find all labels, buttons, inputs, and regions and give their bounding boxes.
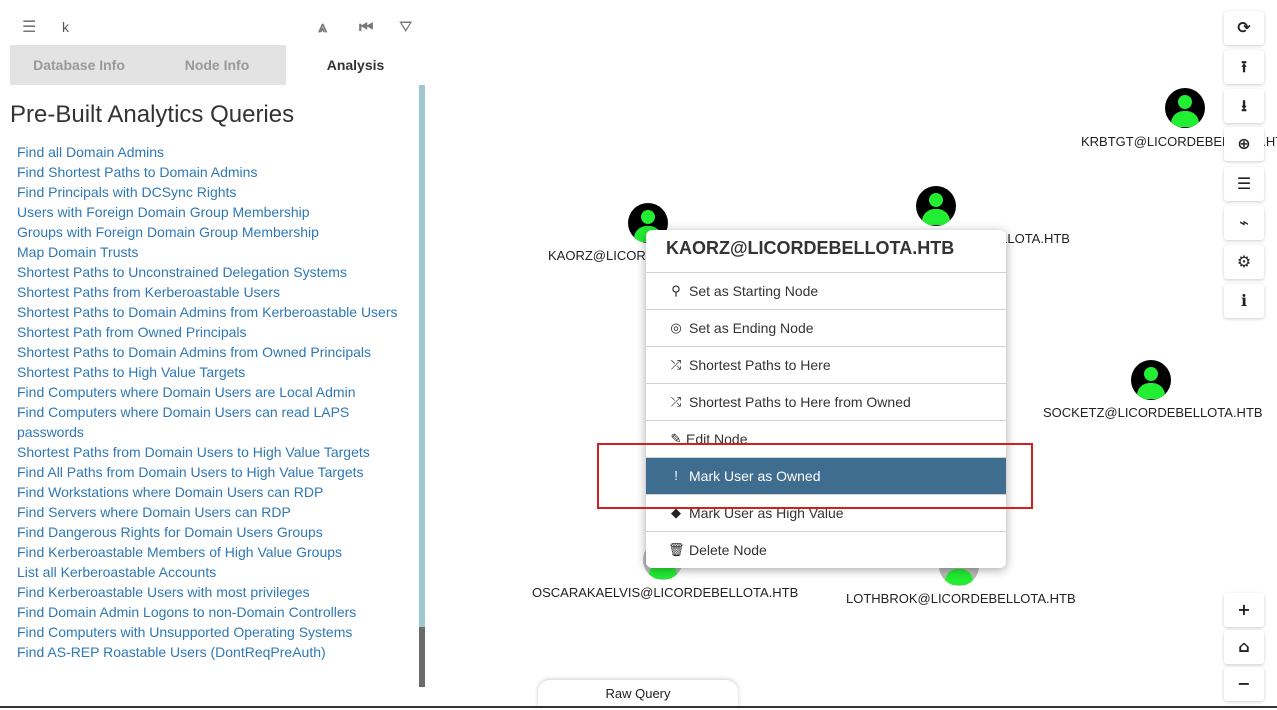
query-link[interactable]: Shortest Paths from Kerberoastable Users xyxy=(17,282,409,302)
query-link[interactable]: Find Computers where Domain Users can re… xyxy=(17,402,409,442)
menu-delete-node[interactable]: 🗑 Delete Node xyxy=(646,531,1006,568)
hamburger-icon[interactable]: ☰ xyxy=(22,18,36,36)
menu-item-label: Delete Node xyxy=(689,542,767,558)
query-link[interactable]: Find Principals with DCSync Rights xyxy=(17,182,409,202)
menu-shortest-paths-to-here[interactable]: ⤮ Shortest Paths to Here xyxy=(646,346,1006,383)
map-marker-icon: ⚲ xyxy=(671,283,681,298)
query-link[interactable]: Find Servers where Domain Users can RDP xyxy=(17,502,409,522)
user-node-icon[interactable] xyxy=(1165,88,1205,128)
query-link[interactable]: Shortest Paths to Unconstrained Delegati… xyxy=(17,262,409,282)
scrollbar-track[interactable] xyxy=(419,85,425,687)
node-label-lothbrok: LOTHBROK@LICORDEBELLOTA.HTB xyxy=(846,591,1076,606)
context-menu-title: KAORZ@LICORDEBELLOTA.HTB xyxy=(666,238,955,258)
filter-icon[interactable]: ⛛ xyxy=(399,18,412,36)
search-bar: ☰ k ⩓ ⏮ ⛛ xyxy=(10,10,425,45)
query-link[interactable]: Find Domain Admin Logons to non-Domain C… xyxy=(17,602,409,622)
query-link[interactable]: Shortest Path from Owned Principals xyxy=(17,322,409,342)
area-chart-icon[interactable]: ⌁ xyxy=(1224,206,1264,240)
tab-analysis[interactable]: Analysis xyxy=(286,45,425,85)
node-label-oscar: OSCARAKAELVIS@LICORDEBELLOTA.HTB xyxy=(532,585,799,600)
node-label-socketz: SOCKETZ@LICORDEBELLOTA.HTB xyxy=(1043,405,1263,420)
menu-item-label: Shortest Paths to Here xyxy=(689,357,831,373)
query-link[interactable]: Groups with Foreign Domain Group Members… xyxy=(17,222,409,242)
analysis-heading: Pre-Built Analytics Queries xyxy=(10,101,295,128)
query-link[interactable]: Find Kerberoastable Members of High Valu… xyxy=(17,542,409,562)
analysis-panel: Pre-Built Analytics Queries Find all Dom… xyxy=(10,85,425,687)
refresh-icon[interactable]: ⟳ xyxy=(1224,11,1264,45)
home-icon[interactable]: ⌂ xyxy=(1224,630,1264,664)
query-link[interactable]: Find all Domain Admins xyxy=(17,142,409,162)
query-link[interactable]: Find Computers with Unsupported Operatin… xyxy=(17,622,409,642)
query-link[interactable]: Find All Paths from Domain Users to High… xyxy=(17,462,409,482)
tab-database-info[interactable]: Database Info xyxy=(10,45,148,85)
upload-icon[interactable]: ⭱ xyxy=(1224,50,1264,84)
query-link[interactable]: Shortest Paths to High Value Targets xyxy=(17,362,409,382)
random-icon: ⤮ xyxy=(670,357,682,372)
info-icon[interactable]: ℹ xyxy=(1224,284,1264,318)
node-context-menu: KAORZ@LICORDEBELLOTA.HTB ⚲ Set as Starti… xyxy=(646,230,1006,568)
plus-icon[interactable]: + xyxy=(1224,593,1264,627)
query-list: Find all Domain Admins Find Shortest Path… xyxy=(17,142,409,662)
highlight-box xyxy=(597,443,1033,509)
tab-node-info[interactable]: Node Info xyxy=(148,45,286,85)
query-link[interactable]: Find Dangerous Rights for Domain Users G… xyxy=(17,522,409,542)
menu-item-label: Set as Ending Node xyxy=(689,320,814,336)
user-node-icon[interactable] xyxy=(1131,360,1171,400)
query-link[interactable]: List all Kerberoastable Accounts xyxy=(17,562,409,582)
tasks-icon[interactable]: ☰ xyxy=(1224,167,1264,201)
menu-set-ending-node[interactable]: ◎ Set as Ending Node xyxy=(646,309,1006,346)
query-link[interactable]: Map Domain Trusts xyxy=(17,242,409,262)
query-link[interactable]: Find Workstations where Domain Users can… xyxy=(17,482,409,502)
circle-upload-icon[interactable]: ⊕ xyxy=(1224,127,1264,161)
search-input[interactable]: k xyxy=(62,19,69,35)
query-link[interactable]: Find Shortest Paths to Domain Admins xyxy=(17,162,409,182)
menu-item-label: Shortest Paths to Here from Owned xyxy=(689,394,911,410)
tab-bar: Database Info Node Info Analysis xyxy=(10,45,425,85)
menu-shortest-paths-from-owned[interactable]: ⤮ Shortest Paths to Here from Owned xyxy=(646,383,1006,420)
user-node-icon[interactable] xyxy=(916,186,956,226)
scrollbar-thumb[interactable] xyxy=(419,627,425,687)
step-backward-icon[interactable]: ⏮ xyxy=(359,18,373,36)
road-icon[interactable]: ⩓ xyxy=(318,18,327,36)
random-icon: ⤮ xyxy=(670,394,682,409)
query-link[interactable]: Find Computers where Domain Users are Lo… xyxy=(17,382,409,402)
minus-icon[interactable]: − xyxy=(1224,667,1264,701)
trash-icon: 🗑 xyxy=(668,542,685,557)
query-link[interactable]: Shortest Paths to Domain Admins from Ker… xyxy=(17,302,409,322)
download-icon[interactable]: ⭳ xyxy=(1224,89,1264,123)
query-link[interactable]: Shortest Paths from Domain Users to High… xyxy=(17,442,409,462)
query-link[interactable]: Find Kerberoastable Users with most priv… xyxy=(17,582,409,602)
cogs-icon[interactable]: ⚙ xyxy=(1224,245,1264,279)
menu-set-starting-node[interactable]: ⚲ Set as Starting Node xyxy=(646,272,1006,309)
menu-item-label: Set as Starting Node xyxy=(689,283,819,299)
query-link[interactable]: Users with Foreign Domain Group Membersh… xyxy=(17,202,409,222)
query-link[interactable]: Shortest Paths to Domain Admins from Own… xyxy=(17,342,409,362)
query-link[interactable]: Find AS-REP Roastable Users (DontReqPreA… xyxy=(17,642,409,662)
bullseye-icon: ◎ xyxy=(670,320,682,335)
